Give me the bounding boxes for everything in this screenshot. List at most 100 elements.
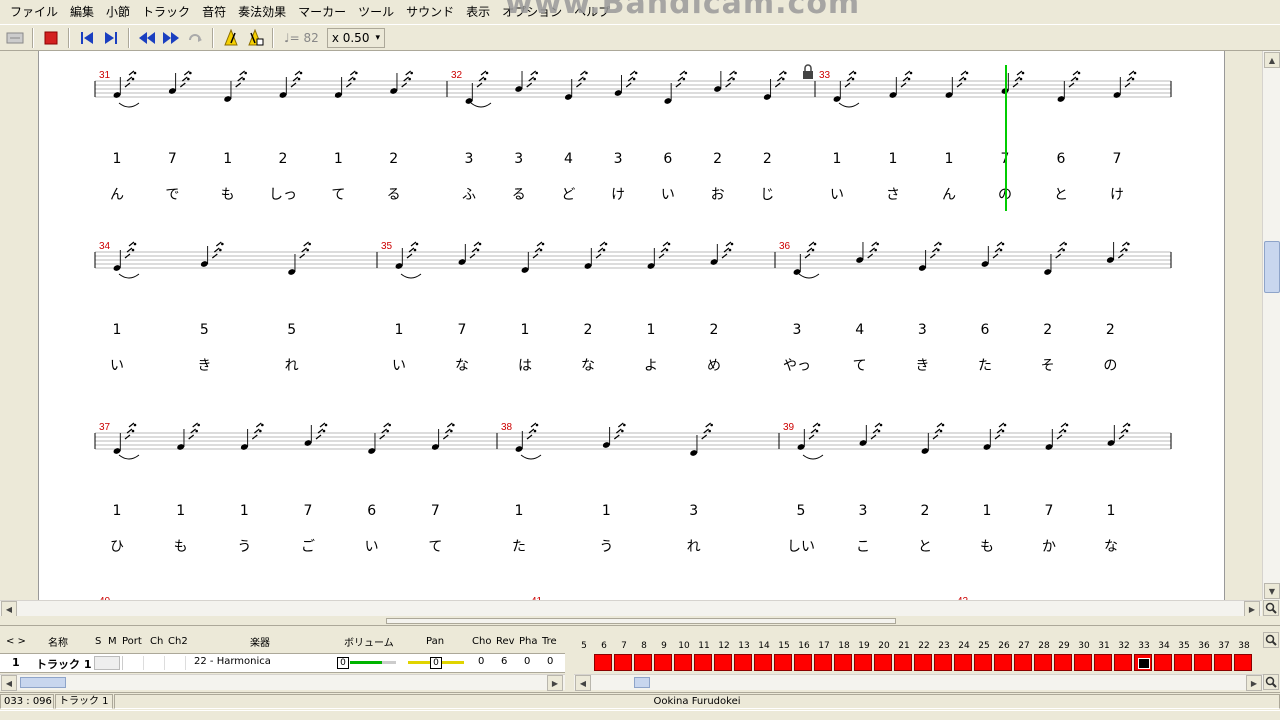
volume-value[interactable]: 0 [337,657,349,669]
scroll-left-icon[interactable]: ◀ [1,675,17,691]
zoom-select[interactable]: x 0.50 ▾ [326,27,385,48]
editor-mode-icon[interactable] [4,27,26,49]
measure-cell[interactable] [1074,654,1092,671]
solo-mute-toggles[interactable] [94,656,120,670]
measure-cell[interactable] [834,654,852,671]
score-zoom-icon[interactable] [1263,600,1279,616]
measure-cell[interactable] [894,654,912,671]
phaser-value[interactable]: 0 [524,656,530,667]
measure-cell[interactable] [994,654,1012,671]
measure-cell[interactable] [1194,654,1212,671]
menu-item[interactable]: 小節 [100,0,136,24]
measure-cell[interactable] [754,654,772,671]
scroll-left-icon[interactable]: ◀ [575,675,591,691]
measure-cell[interactable] [1094,654,1112,671]
measure-cell[interactable] [814,654,832,671]
track-zoom-icon[interactable] [1263,632,1279,648]
measure-number[interactable]: 34 [99,241,111,252]
measure-cell[interactable] [1034,654,1052,671]
scroll-up-icon[interactable]: ▲ [1264,52,1280,68]
measure-cell[interactable] [1214,654,1232,671]
loop-icon[interactable] [184,27,206,49]
rewind-icon[interactable] [136,27,158,49]
count-in-icon[interactable] [244,27,266,49]
splitter-handle[interactable] [386,618,896,624]
score-area[interactable]: 311ん7で1も2しっ1て2る323ふ3る4ど3け6い2お2じ331い1さ1ん7… [0,51,1262,600]
pane-splitter[interactable] [0,616,1280,626]
metronome-icon[interactable] [220,27,242,49]
track-table-scrollbar[interactable]: ◀ ▶ [0,674,565,691]
last-measure-icon[interactable] [100,27,122,49]
measure-cell[interactable] [1114,654,1132,671]
measure-number[interactable]: 35 [381,241,393,252]
menu-item[interactable]: サウンド [400,0,460,24]
measure-cell[interactable] [854,654,872,671]
menu-item[interactable]: 奏法効果 [232,0,292,24]
score-page[interactable]: 311ん7で1も2しっ1て2る323ふ3る4ど3け6い2お2じ331い1さ1ん7… [38,51,1225,600]
volume-slider[interactable] [350,661,396,664]
menu-item[interactable]: 音符 [196,0,232,24]
scroll-right-icon[interactable]: ▶ [547,675,563,691]
score-vertical-scrollbar[interactable]: ▲ ▼ [1262,51,1280,600]
stop-icon[interactable] [40,27,62,49]
measure-cell[interactable] [774,654,792,671]
scroll-thumb[interactable] [1264,241,1280,293]
scroll-left-icon[interactable]: ◀ [1,601,17,617]
measure-number[interactable]: 31 [99,70,111,81]
measure-cell[interactable] [1054,654,1072,671]
measure-cell[interactable] [1154,654,1172,671]
menu-item[interactable]: 編集 [64,0,100,24]
measure-cell[interactable] [674,654,692,671]
measure-cell[interactable] [594,654,612,671]
measure-overview[interactable]: 5 6 7 8 9 10 11 12 13 14 15 16 17 18 19 20 21 22 23 24 25 26 2… [574,631,1280,675]
measure-cell-current[interactable] [1134,654,1152,671]
track-name[interactable]: トラック 1 [36,656,91,672]
measure-number[interactable]: 33 [819,70,831,81]
measure-cell[interactable] [1014,654,1032,671]
chorus-value[interactable]: 0 [478,656,484,667]
measure-zoom-icon[interactable] [1263,674,1279,690]
menu-item[interactable]: ファイル [4,0,64,24]
menu-item[interactable]: ツール [352,0,400,24]
measure-number[interactable]: 39 [783,422,795,433]
tremolo-value[interactable]: 0 [547,656,553,667]
measure-cell[interactable] [694,654,712,671]
menu-item[interactable]: 表示 [460,0,496,24]
score-horizontal-scrollbar[interactable]: ◀ ▶ [0,600,1262,617]
scroll-right-icon[interactable]: ▶ [1246,675,1262,691]
menu-item[interactable]: ヘルプ [568,0,616,24]
measure-number[interactable]: 36 [779,241,791,252]
scroll-thumb[interactable] [20,677,66,688]
measure-cell[interactable] [714,654,732,671]
measure-cell[interactable] [974,654,992,671]
scroll-down-icon[interactable]: ▼ [1264,583,1280,599]
scroll-right-icon[interactable]: ▶ [1244,601,1260,617]
scroll-thumb[interactable] [634,677,650,688]
measure-cell[interactable] [914,654,932,671]
menu-item[interactable]: オプション [496,0,568,24]
first-measure-icon[interactable] [76,27,98,49]
score-notation[interactable]: 311ん7で1も2しっ1て2る323ふ3る4ど3け6い2お2じ331い1さ1ん7… [39,51,1225,600]
track-row[interactable]: 1 トラック 1 22 - Harmonica 0 0 0 6 0 0 [0,653,565,673]
reverb-value[interactable]: 6 [501,656,507,667]
menu-item[interactable]: トラック [136,0,196,24]
measure-cell[interactable] [654,654,672,671]
fast-forward-icon[interactable] [160,27,182,49]
menu-item[interactable]: マーカー [292,0,352,24]
measure-cell[interactable] [634,654,652,671]
measure-cell[interactable] [794,654,812,671]
measure-cell[interactable] [614,654,632,671]
measure-cell[interactable] [874,654,892,671]
instrument-value[interactable]: 22 - Harmonica [194,656,271,667]
measure-cell[interactable] [954,654,972,671]
measure-number[interactable]: 37 [99,422,111,433]
pan-value[interactable]: 0 [430,657,442,669]
measure-scrollbar[interactable]: ◀ ▶ [574,674,1264,691]
measure-number[interactable]: 32 [451,70,463,81]
measure-cells[interactable] [594,654,1280,672]
measure-cell[interactable] [1234,654,1252,671]
track-nav-arrows[interactable]: < > [6,636,26,647]
measure-cell[interactable] [934,654,952,671]
measure-number[interactable]: 38 [501,422,513,433]
measure-cell[interactable] [1174,654,1192,671]
